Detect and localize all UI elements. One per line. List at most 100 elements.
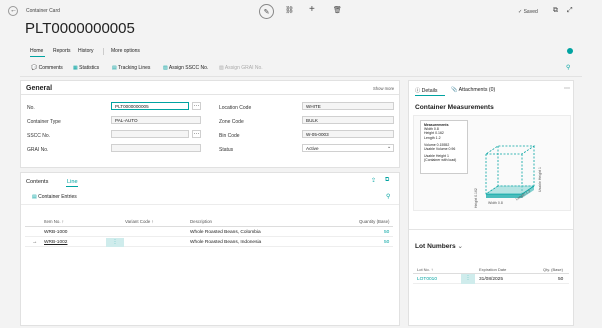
check-icon: ✓ [518, 9, 523, 15]
field-grai[interactable] [111, 144, 201, 152]
tab-attachments-label: Attachments (0) [458, 87, 496, 93]
axis-width-label: Width 0.8 [488, 201, 503, 205]
lot-cell-lot-no[interactable]: LOT0010 [417, 277, 437, 282]
factbox-pane: ⓘ Details 📎 Attachments (0) ⋯ Container … [408, 80, 574, 326]
field-no[interactable]: PLT0000000005 [111, 102, 189, 110]
cell-quantity[interactable]: 50 [384, 240, 389, 245]
cell-item-no[interactable]: WRB-1002 [44, 240, 67, 245]
action-tracking-lines[interactable]: ▤ Tracking Lines [112, 65, 150, 71]
filter-icon[interactable]: ⚲ [386, 193, 390, 200]
lot-column-expiration[interactable]: Expiration Date [479, 267, 506, 272]
action-statistics[interactable]: ▦ Statistics [73, 65, 99, 71]
delete-icon[interactable]: 🗑 [333, 6, 342, 14]
table-header-line [25, 226, 393, 227]
lot-row-menu-button[interactable]: ⋮ [461, 274, 475, 284]
field-sscc[interactable] [111, 130, 189, 138]
action-assign-sscc-label: Assign SSCC No. [168, 65, 209, 71]
nav-tab-home-label: Home [30, 48, 44, 54]
field-label-zone: Zone Code [219, 119, 244, 125]
chevron-down-icon: ⌄ [457, 243, 464, 250]
edit-button[interactable]: ✎ [259, 4, 274, 19]
nav-divider [103, 48, 104, 55]
action-statistics-label: Statistics [79, 65, 100, 71]
chevron-down-icon: ⌄ [387, 144, 392, 150]
general-heading-line [21, 94, 399, 95]
container-entries-action[interactable]: ▤ Container Entries [32, 194, 77, 200]
tab-line-underline [66, 186, 78, 187]
field-bin[interactable]: W-05-0003 [302, 130, 394, 138]
general-section: General Show more No. PLT0000000005 … Co… [20, 80, 400, 168]
column-quantity[interactable]: Quantity (Base) [359, 219, 390, 224]
tab-line[interactable]: Line [67, 179, 78, 185]
nav-tab-home-underline [30, 56, 45, 57]
field-label-location: Location Code [219, 105, 252, 111]
saved-label: Saved [523, 9, 538, 15]
entries-icon: ▤ [32, 194, 37, 200]
field-sscc-lookup[interactable]: … [192, 130, 201, 138]
action-assign-sscc[interactable]: ▧ Assign SSCC No. [163, 65, 208, 71]
open-new-window-icon[interactable]: ⧉ [553, 7, 558, 15]
comment-icon: 💬 [31, 65, 38, 71]
axis-usable-height-label: Usable Height 1 [538, 167, 542, 192]
show-more-link[interactable]: Show more [373, 86, 394, 91]
row-menu-button[interactable]: ⋮ [106, 238, 124, 247]
nav-tab-home[interactable]: Home [30, 48, 43, 54]
row-arrow-icon: → [32, 239, 38, 245]
measurements-chart-area: Measurements Width 0.8 Height 0.162 Leng… [413, 115, 571, 211]
back-arrow-icon: ← [10, 6, 17, 14]
statistics-icon: ▦ [73, 65, 78, 71]
field-location[interactable]: WHITE [302, 102, 394, 110]
lot-column-qty[interactable]: Qty. (Base) [543, 267, 563, 272]
expand-icon[interactable]: ⤢ [567, 7, 573, 15]
tab-details[interactable]: ⓘ Details [415, 87, 438, 94]
lot-numbers-title-label: Lot Numbers [415, 243, 456, 250]
lot-column-lot-no[interactable]: Lot No. ↑ [417, 267, 433, 272]
nav-tab-history[interactable]: History [78, 48, 94, 54]
pencil-icon: ✎ [263, 8, 270, 16]
lot-cell-expiration: 31/08/2025 [479, 277, 504, 282]
general-heading[interactable]: General [26, 85, 52, 92]
lot-numbers-title[interactable]: Lot Numbers ⌄ [415, 242, 463, 250]
nav-tab-reports[interactable]: Reports [53, 48, 71, 54]
field-label-grai: GRAI No. [27, 147, 49, 153]
saved-status: ✓ Saved [518, 9, 538, 15]
tab-details-label: Details [421, 88, 438, 94]
link-icon[interactable]: ⛓ [285, 6, 294, 14]
lot-divider [409, 229, 573, 230]
open-in-new-icon[interactable]: ⧉ [385, 177, 389, 184]
column-item-no[interactable]: Item No. ↑ [44, 219, 64, 224]
share-icon[interactable]: ⇪ [371, 177, 376, 184]
page-title: PLT0000000005 [25, 20, 135, 37]
field-label-container-type: Container Type [27, 119, 61, 125]
cell-item-no[interactable]: WRB-1000 [44, 230, 67, 235]
tab-details-underline [415, 95, 445, 96]
field-no-lookup[interactable]: … [192, 102, 201, 110]
field-status[interactable]: Active [302, 144, 394, 152]
cell-description: Whole Roasted Beans, Colombia [190, 230, 261, 235]
column-variant-code[interactable]: Variant Code ↑ [125, 219, 154, 224]
nav-tab-more-options[interactable]: More options [111, 48, 140, 54]
contents-action-divider [21, 204, 399, 205]
page-caption: Container Card [26, 8, 60, 14]
action-comments[interactable]: 💬 Comments [31, 65, 63, 71]
action-assign-grai[interactable]: ▧ Assign GRAI No. [219, 65, 263, 71]
new-icon[interactable]: + [309, 4, 315, 15]
paperclip-icon: 📎 [451, 87, 458, 93]
tab-attachments[interactable]: 📎 Attachments (0) [451, 87, 495, 93]
container-entries-label: Container Entries [38, 194, 77, 200]
field-container-type[interactable]: PAL-AUTO [111, 116, 201, 124]
tracking-icon: ▤ [112, 65, 117, 71]
factbox-more-icon[interactable]: ⋯ [564, 85, 570, 92]
assign-grai-icon: ▧ [219, 65, 224, 71]
action-bar-divider [20, 76, 582, 77]
personalize-icon[interactable]: ⚲ [566, 64, 570, 71]
field-label-sscc: SSCC No. [27, 133, 51, 139]
lot-cell-qty: 50 [558, 277, 564, 282]
cell-quantity[interactable]: 50 [384, 230, 389, 235]
field-label-bin: Bin Code [219, 133, 240, 139]
field-label-no: No. [27, 105, 35, 111]
tab-contents[interactable]: Contents [26, 179, 48, 185]
axis-height-label: Height 0.162 [474, 188, 478, 208]
field-zone[interactable]: BULK [302, 116, 394, 124]
column-description[interactable]: Description [190, 219, 212, 224]
